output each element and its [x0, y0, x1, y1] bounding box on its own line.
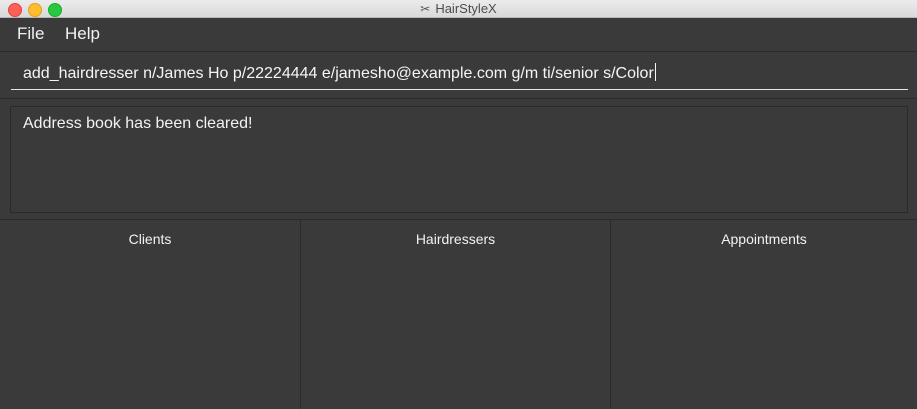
command-area: add_hairdresser n/James Ho p/22224444 e/… — [0, 52, 917, 99]
command-text: add_hairdresser n/James Ho p/22224444 e/… — [23, 65, 654, 82]
hairdressers-panel[interactable]: Hairdressers — [301, 220, 611, 409]
hairdressers-panel-title: Hairdressers — [415, 231, 496, 247]
window-titlebar: ✂ HairStyleX — [0, 0, 917, 18]
result-message: Address book has been cleared! — [23, 115, 253, 132]
text-caret — [654, 63, 656, 81]
menu-help[interactable]: Help — [65, 24, 100, 44]
result-display: Address book has been cleared! — [10, 106, 908, 213]
clients-panel-title: Clients — [128, 231, 172, 247]
appointments-panel-title: Appointments — [721, 231, 807, 247]
window-title-group: ✂ HairStyleX — [0, 0, 917, 17]
list-panels: Clients Hairdressers Appointments — [0, 219, 917, 409]
menu-file[interactable]: File — [17, 24, 44, 44]
clients-panel[interactable]: Clients — [0, 220, 301, 409]
scissors-icon: ✂ — [420, 1, 431, 16]
window-title: HairStyleX — [435, 1, 497, 16]
command-input[interactable]: add_hairdresser n/James Ho p/22224444 e/… — [11, 58, 908, 90]
menu-bar: File Help — [0, 18, 917, 52]
appointments-panel[interactable]: Appointments — [611, 220, 917, 409]
